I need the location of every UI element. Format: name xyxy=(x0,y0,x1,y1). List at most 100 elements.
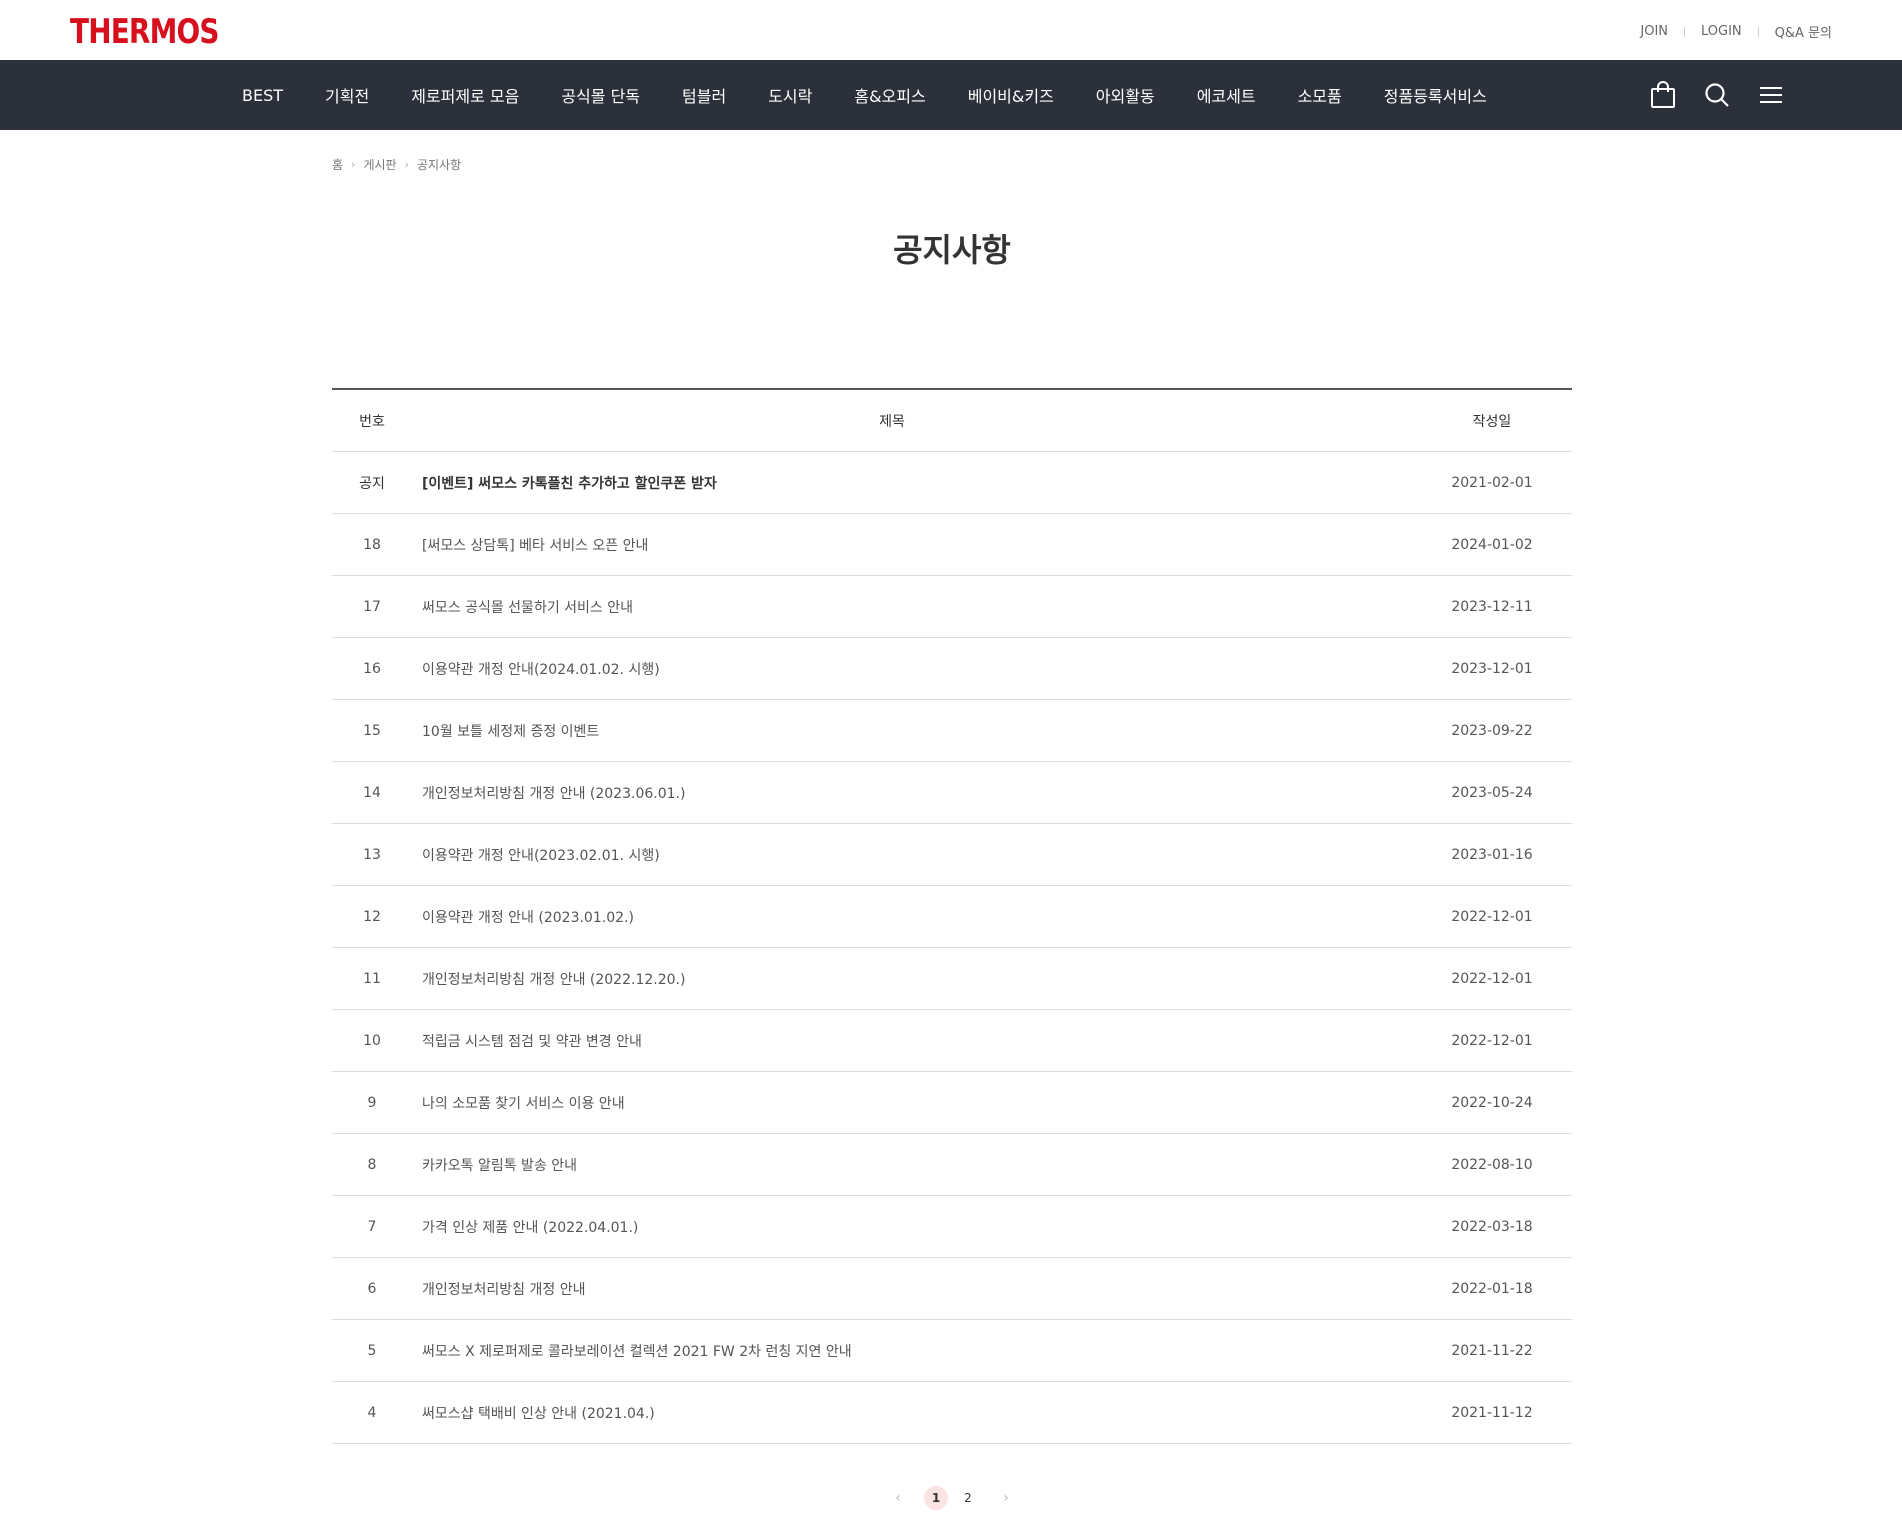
row-title-link[interactable]: 개인정보처리방침 개정 안내 (2023.06.01.) xyxy=(412,783,1412,803)
row-num: 15 xyxy=(363,722,381,739)
nav-item-exclusive[interactable]: 공식몰 단독 xyxy=(561,83,640,107)
row-title-link[interactable]: [이벤트] 써모스 카톡플친 추가하고 할인쿠폰 받자 xyxy=(412,473,1412,493)
row-num: 17 xyxy=(363,598,381,615)
nav-item-baby-kids[interactable]: 베이비&키즈 xyxy=(968,83,1054,107)
row-num: 8 xyxy=(367,1156,377,1173)
table-row[interactable]: 4 써모스샵 택배비 인상 안내 (2021.04.) 2021-11-12 xyxy=(332,1382,1572,1444)
table-row[interactable]: 18 [써모스 상담톡] 베타 서비스 오픈 안내 2024-01-02 xyxy=(332,514,1572,576)
row-date: 2022-12-01 xyxy=(1451,1032,1533,1049)
row-date: 2023-12-11 xyxy=(1451,598,1533,615)
header-date: 작성일 xyxy=(1472,413,1512,430)
row-num: 5 xyxy=(367,1342,377,1359)
nav-item-eco-set[interactable]: 에코세트 xyxy=(1197,83,1256,107)
menu-icon[interactable] xyxy=(1756,80,1786,110)
breadcrumb-home[interactable]: 홈 xyxy=(332,156,343,173)
header-title: 제목 xyxy=(879,413,905,430)
nav-icons xyxy=(1624,60,1786,130)
row-date: 2022-03-18 xyxy=(1451,1218,1533,1235)
row-title-link[interactable]: 써모스 공식몰 선물하기 서비스 안내 xyxy=(412,597,1412,617)
row-title-link[interactable]: 써모스샵 택배비 인상 안내 (2021.04.) xyxy=(412,1403,1412,1423)
row-date: 2023-05-24 xyxy=(1451,784,1533,801)
row-title-link[interactable]: 나의 소모품 찾기 서비스 이용 안내 xyxy=(412,1093,1412,1113)
utility-links: JOIN LOGIN Q&A 문의 xyxy=(1640,22,1832,41)
row-title-link[interactable]: 가격 인상 제품 안내 (2022.04.01.) xyxy=(412,1217,1412,1237)
nav-item-consumables[interactable]: 소모품 xyxy=(1298,83,1342,107)
table-row[interactable]: 15 10월 보틀 세정제 증정 이벤트 2023-09-22 xyxy=(332,700,1572,762)
row-date: 2022-10-24 xyxy=(1451,1094,1533,1111)
login-link[interactable]: LOGIN xyxy=(1701,24,1742,39)
nav-item-product-registration[interactable]: 정품등록서비스 xyxy=(1384,83,1487,107)
table-row[interactable]: 5 써모스 X 제로퍼제로 콜라보레이션 컬렉션 2021 FW 2차 런칭 지… xyxy=(332,1320,1572,1382)
next-page-button[interactable]: › xyxy=(994,1490,1018,1506)
row-num: 7 xyxy=(367,1218,377,1235)
row-date: 2023-09-22 xyxy=(1451,722,1533,739)
row-date: 2023-12-01 xyxy=(1451,660,1533,677)
row-num: 18 xyxy=(363,536,381,553)
row-date: 2021-11-22 xyxy=(1451,1342,1533,1359)
table-row[interactable]: 12 이용약관 개정 안내 (2023.01.02.) 2022-12-01 xyxy=(332,886,1572,948)
qna-link[interactable]: Q&A 문의 xyxy=(1775,22,1832,41)
page-title: 공지사항 xyxy=(893,231,1011,269)
row-date: 2023-01-16 xyxy=(1451,846,1533,863)
table-row[interactable]: 14 개인정보처리방침 개정 안내 (2023.06.01.) 2023-05-… xyxy=(332,762,1572,824)
divider xyxy=(1684,26,1686,37)
table-row[interactable]: 7 가격 인상 제품 안내 (2022.04.01.) 2022-03-18 xyxy=(332,1196,1572,1258)
row-date: 2022-12-01 xyxy=(1451,908,1533,925)
table-row[interactable]: 13 이용약관 개정 안내(2023.02.01. 시행) 2023-01-16 xyxy=(332,824,1572,886)
row-num: 12 xyxy=(363,908,381,925)
table-row[interactable]: 8 카카오톡 알림톡 발송 안내 2022-08-10 xyxy=(332,1134,1572,1196)
chevron-right-icon: › xyxy=(351,157,356,171)
table-row[interactable]: 공지 [이벤트] 써모스 카톡플친 추가하고 할인쿠폰 받자 2021-02-0… xyxy=(332,452,1572,514)
table-row[interactable]: 9 나의 소모품 찾기 서비스 이용 안내 2022-10-24 xyxy=(332,1072,1572,1134)
row-date: 2021-11-12 xyxy=(1451,1404,1533,1421)
row-title-link[interactable]: 개인정보처리방침 개정 안내 xyxy=(412,1279,1412,1299)
table-row[interactable]: 17 써모스 공식몰 선물하기 서비스 안내 2023-12-11 xyxy=(332,576,1572,638)
row-num: 4 xyxy=(367,1404,377,1421)
row-num: 9 xyxy=(367,1094,377,1111)
row-title-link[interactable]: 이용약관 개정 안내 (2023.01.02.) xyxy=(412,907,1412,927)
row-date: 2022-12-01 xyxy=(1451,970,1533,987)
search-icon[interactable] xyxy=(1702,80,1732,110)
row-title-link[interactable]: 이용약관 개정 안내(2023.02.01. 시행) xyxy=(412,845,1412,865)
row-num: 공지 xyxy=(359,475,385,492)
row-title-link[interactable]: 이용약관 개정 안내(2024.01.02. 시행) xyxy=(412,659,1412,679)
row-num: 14 xyxy=(363,784,381,801)
table-row[interactable]: 10 적립금 시스템 점검 및 약관 변경 안내 2022-12-01 xyxy=(332,1010,1572,1072)
table-row[interactable]: 6 개인정보처리방침 개정 안내 2022-01-18 xyxy=(332,1258,1572,1320)
row-title-link[interactable]: 10월 보틀 세정제 증정 이벤트 xyxy=(412,721,1412,741)
page-1-button[interactable]: 1 xyxy=(924,1486,948,1510)
table-row[interactable]: 16 이용약관 개정 안내(2024.01.02. 시행) 2023-12-01 xyxy=(332,638,1572,700)
join-link[interactable]: JOIN xyxy=(1640,24,1668,39)
table-header: 번호 제목 작성일 xyxy=(332,390,1572,452)
shopping-bag-icon[interactable] xyxy=(1648,80,1678,110)
page-2-button[interactable]: 2 xyxy=(956,1486,980,1510)
notice-table: 번호 제목 작성일 공지 [이벤트] 써모스 카톡플친 추가하고 할인쿠폰 받자… xyxy=(332,388,1572,1444)
divider xyxy=(1757,26,1759,37)
nav-menu: BEST 기획전 제로퍼제로 모음 공식몰 단독 텀블러 도시락 홈&오피스 베… xyxy=(242,60,1529,130)
nav-item-best[interactable]: BEST xyxy=(242,86,283,105)
breadcrumb: 홈 › 게시판 › 공지사항 xyxy=(332,155,1572,173)
row-title-link[interactable]: [써모스 상담톡] 베타 서비스 오픈 안내 xyxy=(412,535,1412,555)
pagination: ‹ 1 2 › xyxy=(332,1486,1572,1510)
nav-item-lunchbox[interactable]: 도시락 xyxy=(768,83,812,107)
nav-item-home-office[interactable]: 홈&오피스 xyxy=(854,83,925,107)
nav-item-tumbler[interactable]: 텀블러 xyxy=(682,83,726,107)
row-title-link[interactable]: 개인정보처리방침 개정 안내 (2022.12.20.) xyxy=(412,969,1412,989)
row-date: 2024-01-02 xyxy=(1451,536,1533,553)
header-num: 번호 xyxy=(359,413,385,430)
nav-item-outdoor[interactable]: 아외활동 xyxy=(1096,83,1155,107)
row-num: 16 xyxy=(363,660,381,677)
nav-item-zero-per-zero[interactable]: 제로퍼제로 모음 xyxy=(411,83,519,107)
row-num: 10 xyxy=(363,1032,381,1049)
thermos-logo[interactable]: THERMOS xyxy=(70,12,219,52)
row-title-link[interactable]: 써모스 X 제로퍼제로 콜라보레이션 컬렉션 2021 FW 2차 런칭 지연 … xyxy=(412,1341,1412,1361)
row-title-link[interactable]: 적립금 시스템 점검 및 약관 변경 안내 xyxy=(412,1031,1412,1051)
breadcrumb-board[interactable]: 게시판 xyxy=(363,156,396,173)
table-row[interactable]: 11 개인정보처리방침 개정 안내 (2022.12.20.) 2022-12-… xyxy=(332,948,1572,1010)
nav-item-promotions[interactable]: 기획전 xyxy=(325,83,369,107)
row-num: 13 xyxy=(363,846,381,863)
prev-page-button[interactable]: ‹ xyxy=(886,1490,910,1506)
row-title-link[interactable]: 카카오톡 알림톡 발송 안내 xyxy=(412,1155,1412,1175)
chevron-right-icon: › xyxy=(404,157,409,171)
row-date: 2022-08-10 xyxy=(1451,1156,1533,1173)
